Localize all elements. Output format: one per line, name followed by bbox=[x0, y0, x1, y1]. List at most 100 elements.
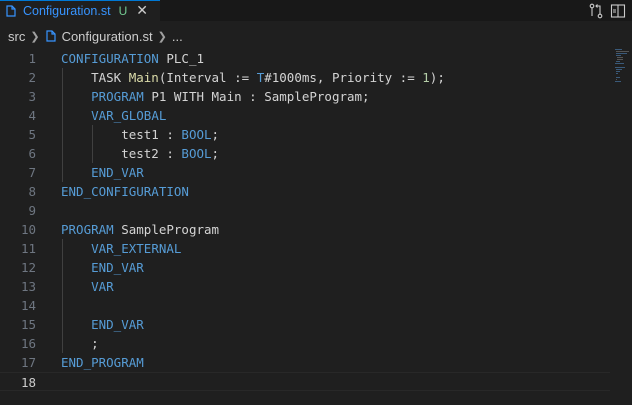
line-number: 18 bbox=[20, 375, 36, 390]
code-token: VAR_GLOBAL bbox=[91, 108, 167, 123]
code-line[interactable]: 10 PROGRAM SampleProgram bbox=[0, 220, 610, 239]
tab-configuration-st[interactable]: Configuration.st U ✕ bbox=[0, 0, 160, 21]
code-token: END_VAR bbox=[91, 165, 144, 180]
code-line[interactable]: 2 TASK Main(Interval := T#1000ms, Priori… bbox=[0, 68, 610, 87]
line-number: 10 bbox=[20, 222, 36, 237]
code-token: (Interval := bbox=[158, 70, 257, 85]
code-line[interactable]: 1 CONFIGURATION PLC_1 bbox=[0, 49, 610, 68]
code-token: ; bbox=[61, 336, 99, 351]
code-text: CONFIGURATION PLC_1 bbox=[61, 49, 204, 68]
code-text: END_VAR bbox=[61, 315, 144, 334]
code-token: PLC_1 bbox=[158, 51, 204, 66]
code-token: 1 bbox=[422, 70, 430, 85]
line-number: 1 bbox=[28, 51, 36, 66]
line-number: 9 bbox=[28, 203, 36, 218]
code-token: BOOL bbox=[181, 146, 212, 161]
split-editor-icon[interactable] bbox=[610, 3, 626, 19]
code-token: test1 : bbox=[61, 127, 182, 142]
code-line[interactable]: 14 bbox=[0, 296, 610, 315]
line-number: 11 bbox=[20, 241, 36, 256]
file-icon bbox=[45, 30, 56, 42]
code-token: END_VAR bbox=[91, 317, 144, 332]
line-number: 17 bbox=[20, 355, 36, 370]
code-line[interactable]: 8 END_CONFIGURATION bbox=[0, 182, 610, 201]
line-number: 6 bbox=[28, 146, 36, 161]
code-token: TASK bbox=[61, 70, 129, 85]
close-icon[interactable]: ✕ bbox=[136, 4, 148, 18]
breadcrumb-file[interactable]: Configuration.st bbox=[62, 29, 153, 44]
code-token: BOOL bbox=[181, 127, 212, 142]
line-number: 7 bbox=[28, 165, 36, 180]
line-number: 4 bbox=[28, 108, 36, 123]
code-line[interactable]: 7 END_VAR bbox=[0, 163, 610, 182]
file-icon bbox=[6, 5, 16, 17]
code-text: test2 : BOOL; bbox=[61, 144, 219, 163]
code-token: test2 : bbox=[61, 146, 182, 161]
code-line[interactable]: 12 END_VAR bbox=[0, 258, 610, 277]
code-text: END_VAR bbox=[61, 258, 144, 277]
chevron-right-icon: ❯ bbox=[157, 30, 167, 43]
code-line[interactable]: 18 bbox=[0, 372, 610, 391]
line-number: 3 bbox=[28, 89, 36, 104]
code-token: PROGRAM bbox=[61, 222, 114, 237]
code-token: SampleProgram bbox=[113, 222, 220, 237]
tab-filename: Configuration.st bbox=[23, 4, 111, 18]
code-text: END_CONFIGURATION bbox=[61, 182, 189, 201]
code-editor[interactable]: 1 CONFIGURATION PLC_1 2 TASK Main(Interval… bbox=[0, 49, 632, 405]
minimap[interactable] bbox=[614, 49, 630, 89]
compare-changes-icon[interactable] bbox=[588, 3, 604, 19]
code-text: VAR_EXTERNAL bbox=[61, 239, 181, 258]
code-token: ; bbox=[211, 146, 220, 161]
breadcrumb-folder[interactable]: src bbox=[8, 29, 25, 44]
line-number: 2 bbox=[28, 70, 36, 85]
breadcrumb: src ❯ Configuration.st ❯ ... bbox=[0, 21, 632, 51]
breadcrumb-more[interactable]: ... bbox=[172, 29, 183, 44]
code-token: ; bbox=[211, 127, 220, 142]
tab-bar: Configuration.st U ✕ bbox=[0, 0, 632, 21]
code-token: END_VAR bbox=[91, 260, 144, 275]
code-line[interactable]: 4 VAR_GLOBAL bbox=[0, 106, 610, 125]
code-line[interactable]: 13 VAR bbox=[0, 277, 610, 296]
code-text: VAR bbox=[61, 277, 114, 296]
code-token: END_CONFIGURATION bbox=[61, 184, 189, 199]
code-token: VAR bbox=[91, 279, 114, 294]
line-number: 8 bbox=[28, 184, 36, 199]
indent-guide bbox=[92, 125, 93, 163]
code-token: PROGRAM bbox=[91, 89, 144, 104]
code-line[interactable]: 16 ; bbox=[0, 334, 610, 353]
line-number: 5 bbox=[28, 127, 36, 142]
code-text: VAR_GLOBAL bbox=[61, 106, 166, 125]
code-line[interactable]: 3 PROGRAM P1 WITH Main : SampleProgram; bbox=[0, 87, 610, 106]
code-line[interactable]: 11 VAR_EXTERNAL bbox=[0, 239, 610, 258]
code-token: P1 WITH Main : SampleProgram; bbox=[143, 89, 370, 104]
code-text: PROGRAM P1 WITH Main : SampleProgram; bbox=[61, 87, 370, 106]
untracked-badge: U bbox=[118, 4, 128, 18]
line-number: 16 bbox=[20, 336, 36, 351]
indent-guide bbox=[62, 68, 63, 182]
code-token: END_PROGRAM bbox=[61, 355, 144, 370]
code-text: END_PROGRAM bbox=[61, 353, 144, 372]
chevron-right-icon: ❯ bbox=[30, 30, 40, 43]
code-token: Main bbox=[128, 70, 159, 85]
code-token: VAR_EXTERNAL bbox=[91, 241, 182, 256]
code-line[interactable]: 9 bbox=[0, 201, 610, 220]
line-number: 13 bbox=[20, 279, 36, 294]
code-text: TASK Main(Interval := T#1000ms, Priority… bbox=[61, 68, 445, 87]
line-number: 14 bbox=[20, 298, 36, 313]
code-token: CONFIGURATION bbox=[61, 51, 159, 66]
code-text: PROGRAM SampleProgram bbox=[61, 220, 219, 239]
code-text: test1 : BOOL; bbox=[61, 125, 219, 144]
line-number: 15 bbox=[20, 317, 36, 332]
editor-actions bbox=[588, 0, 632, 21]
code-line[interactable]: 17 END_PROGRAM bbox=[0, 353, 610, 372]
code-text: END_VAR bbox=[61, 163, 144, 182]
code-line[interactable]: 15 END_VAR bbox=[0, 315, 610, 334]
code-token: #1000ms, Priority := bbox=[264, 70, 423, 85]
